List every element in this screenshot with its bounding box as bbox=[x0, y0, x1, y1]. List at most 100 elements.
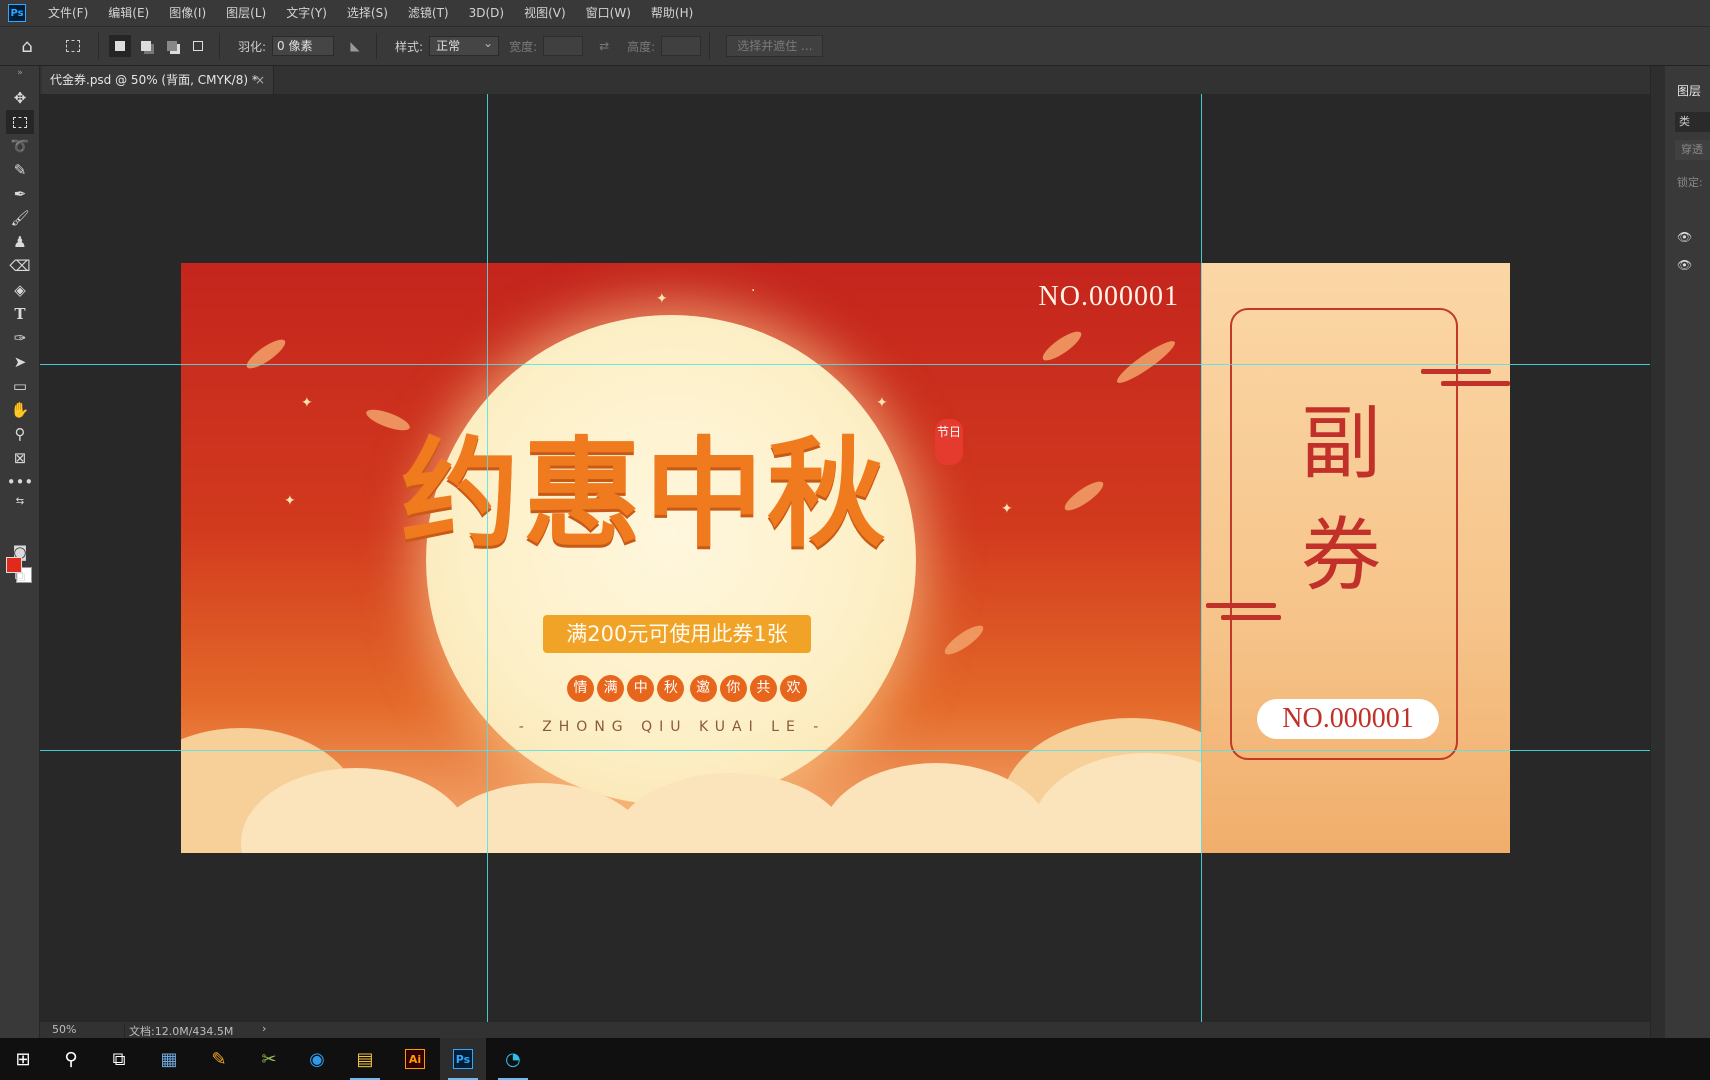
anti-alias-icon[interactable]: ◣ bbox=[344, 35, 366, 57]
horizontal-guide[interactable] bbox=[40, 750, 1650, 751]
search-icon[interactable]: ⚲ bbox=[48, 1038, 94, 1080]
windows-taskbar: ⊞ ⚲ ⧉ ▦ ✎ ✂ ◉ ▤ Ai Ps ◔ bbox=[0, 1038, 1710, 1080]
intersect-selection-icon[interactable] bbox=[187, 35, 209, 57]
browser-icon[interactable]: ◉ bbox=[294, 1038, 340, 1080]
document-tab[interactable]: 代金券.psd @ 50% (背面, CMYK/8) * × bbox=[42, 66, 274, 94]
lock-label: 锁定: bbox=[1677, 176, 1703, 189]
width-input[interactable] bbox=[543, 36, 584, 56]
eraser-tool-icon[interactable]: ⌫ bbox=[6, 254, 34, 278]
type-tool-icon[interactable]: T bbox=[6, 302, 34, 326]
sparkle-icon: ✦ bbox=[301, 395, 313, 411]
slogan-char: 你 bbox=[719, 675, 747, 702]
document-canvas[interactable]: ✦ ✦ ✦ ✦ ✦ · NO.000001 约惠中秋 节日 满200元可使用此券… bbox=[181, 263, 1510, 853]
paint-icon[interactable]: ✎ bbox=[196, 1038, 242, 1080]
style-select[interactable]: 正常 bbox=[429, 34, 500, 56]
menu-help[interactable]: 帮助(H) bbox=[641, 0, 703, 26]
sparkle-icon: ✦ bbox=[1001, 501, 1013, 517]
swap-icon[interactable]: ⇄ bbox=[593, 35, 615, 57]
slogan-char: 情 bbox=[567, 675, 594, 702]
coupon-stub: 副 券 NO.000001 bbox=[1201, 263, 1510, 853]
slogan-char: 满 bbox=[597, 675, 625, 702]
stub-title: 副 券 bbox=[1281, 388, 1401, 612]
menu-3d[interactable]: 3D(D) bbox=[459, 0, 514, 26]
swap-colors-icon[interactable]: ⇆ bbox=[6, 494, 34, 508]
visibility-eye-icon[interactable]: 👁 bbox=[1677, 258, 1692, 272]
menu-bar: Ps 文件(F) 编辑(E) 图像(I) 图层(L) 文字(Y) 选择(S) 滤… bbox=[0, 0, 1710, 26]
sparkle-icon: ✦ bbox=[656, 291, 668, 307]
festival-seal: 节日 bbox=[935, 419, 963, 465]
menu-edit[interactable]: 编辑(E) bbox=[98, 0, 159, 26]
decorative-bar bbox=[1206, 603, 1276, 608]
eyedropper-tool-icon[interactable]: ✒ bbox=[6, 182, 34, 206]
visibility-eye-icon[interactable]: 👁 bbox=[1677, 230, 1692, 244]
layers-panel-title[interactable]: 图层 bbox=[1677, 82, 1701, 99]
layer-filter-search[interactable]: 类 bbox=[1675, 112, 1710, 132]
coupon-serial-number: NO.000001 bbox=[1038, 281, 1179, 312]
document-tab-bar: 代金券.psd @ 50% (背面, CMYK/8) * × bbox=[40, 66, 1670, 94]
illustrator-label: Ai bbox=[405, 1049, 425, 1069]
slogan-circles: 情 满 中 秋 邀 你 共 欢 bbox=[567, 675, 807, 705]
document-tab-title: 代金券.psd @ 50% (背面, CMYK/8) * bbox=[50, 73, 258, 87]
path-selection-tool-icon[interactable]: ➤ bbox=[6, 350, 34, 374]
petal-graphic bbox=[1113, 336, 1179, 388]
calculator-icon[interactable]: ▦ bbox=[146, 1038, 192, 1080]
marquee-preset-icon[interactable] bbox=[56, 35, 90, 57]
zoom-tool-icon[interactable]: ⚲ bbox=[6, 422, 34, 446]
windows-start-icon[interactable]: ⊞ bbox=[0, 1038, 46, 1080]
feather-label: 羽化: bbox=[238, 39, 267, 54]
vertical-guide[interactable] bbox=[1201, 94, 1202, 1022]
add-selection-icon[interactable] bbox=[135, 35, 157, 57]
collapse-icon[interactable]: » bbox=[6, 68, 34, 78]
decorative-bar bbox=[1441, 381, 1510, 386]
illustrator-icon[interactable]: Ai bbox=[392, 1038, 438, 1080]
file-explorer-icon[interactable]: ▤ bbox=[342, 1038, 388, 1080]
coupon-title: 约惠中秋 bbox=[401, 424, 890, 563]
task-view-icon[interactable]: ⧉ bbox=[96, 1038, 142, 1080]
blend-mode-select[interactable]: 穿透 bbox=[1675, 140, 1710, 160]
menu-file[interactable]: 文件(F) bbox=[38, 0, 98, 26]
menu-select[interactable]: 选择(S) bbox=[337, 0, 398, 26]
toolbox: » ✥ ➰ ✎ ✒ 🖌 ♟ ⌫ ◈ T ✑ ➤ ▭ ✋ ⚲ ⊠ ••• ⇆ ◙ … bbox=[0, 66, 40, 1038]
canvas-area[interactable]: ✦ ✦ ✦ ✦ ✦ · NO.000001 约惠中秋 节日 满200元可使用此券… bbox=[40, 94, 1650, 1022]
lasso-tool-icon[interactable]: ➰ bbox=[6, 134, 34, 158]
vertical-guide[interactable] bbox=[487, 94, 488, 1022]
slogan-char: 邀 bbox=[689, 675, 717, 702]
pen-tool-icon[interactable]: ✑ bbox=[6, 326, 34, 350]
frame-tool-icon[interactable]: ⊠ bbox=[6, 446, 34, 470]
chat-icon[interactable]: ◔ bbox=[490, 1038, 536, 1080]
menu-image[interactable]: 图像(I) bbox=[159, 0, 216, 26]
horizontal-guide[interactable] bbox=[40, 364, 1650, 365]
height-input[interactable] bbox=[661, 36, 702, 56]
quick-selection-tool-icon[interactable]: ✎ bbox=[6, 158, 34, 182]
paint-bucket-tool-icon[interactable]: ◈ bbox=[6, 278, 34, 302]
feather-input[interactable]: 0 像素 bbox=[272, 36, 335, 56]
rectangle-tool-icon[interactable]: ▭ bbox=[6, 374, 34, 398]
new-selection-icon[interactable] bbox=[109, 35, 131, 57]
zoom-level[interactable]: 50% bbox=[52, 1023, 76, 1036]
divider bbox=[219, 33, 220, 59]
photoshop-icon[interactable]: Ps bbox=[440, 1038, 486, 1080]
more-tools-icon[interactable]: ••• bbox=[6, 470, 34, 494]
sparkle-icon: ✦ bbox=[284, 493, 296, 509]
stamp-tool-icon[interactable]: ♟ bbox=[6, 230, 34, 254]
brush-tool-icon[interactable]: 🖌 bbox=[6, 206, 34, 230]
menu-filter[interactable]: 滤镜(T) bbox=[398, 0, 459, 26]
menu-type[interactable]: 文字(Y) bbox=[276, 0, 337, 26]
hand-tool-icon[interactable]: ✋ bbox=[6, 398, 34, 422]
stub-title-char: 副 bbox=[1301, 397, 1381, 490]
close-tab-icon[interactable]: × bbox=[255, 66, 265, 94]
petal-graphic bbox=[1061, 477, 1107, 515]
menu-view[interactable]: 视图(V) bbox=[514, 0, 576, 26]
move-tool-icon[interactable]: ✥ bbox=[6, 86, 34, 110]
subtract-selection-icon[interactable] bbox=[161, 35, 183, 57]
status-bar: 50% 文档:12.0M/434.5M › bbox=[40, 1022, 1670, 1039]
status-menu-arrow-icon[interactable]: › bbox=[262, 1022, 266, 1035]
home-icon[interactable]: ⌂ bbox=[16, 35, 38, 57]
foreground-color-swatch[interactable] bbox=[6, 557, 22, 573]
app-icon[interactable]: ✂ bbox=[246, 1038, 292, 1080]
select-and-mask-button[interactable]: 选择并遮住 ... bbox=[726, 35, 824, 57]
slogan-char: 秋 bbox=[657, 675, 685, 702]
menu-window[interactable]: 窗口(W) bbox=[576, 0, 641, 26]
menu-layer[interactable]: 图层(L) bbox=[216, 0, 276, 26]
marquee-tool-icon[interactable] bbox=[6, 110, 34, 134]
